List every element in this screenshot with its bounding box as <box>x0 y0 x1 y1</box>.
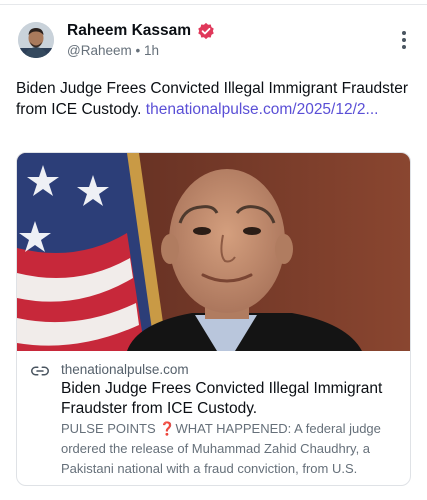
verified-badge-icon <box>198 22 214 40</box>
post-meta: @Raheem • 1h <box>67 43 159 58</box>
card-domain: thenationalpulse.com <box>61 362 189 377</box>
link-icon <box>31 366 49 376</box>
avatar[interactable] <box>18 22 54 58</box>
top-divider <box>0 4 427 5</box>
author-row: Raheem Kassam <box>67 22 215 40</box>
post-body: Biden Judge Frees Convicted Illegal Immi… <box>16 78 411 120</box>
link-preview-card[interactable]: thenationalpulse.com Biden Judge Frees C… <box>16 152 411 486</box>
avatar-image <box>18 22 54 58</box>
post-link[interactable]: thenationalpulse.com/2025/12/2... <box>146 101 379 118</box>
card-description: PULSE POINTS ❓WHAT HAPPENED: A federal j… <box>61 419 406 479</box>
card-title[interactable]: Biden Judge Frees Convicted Illegal Immi… <box>61 379 401 419</box>
question-mark-icon: ❓ <box>159 421 176 436</box>
meta-separator: • <box>135 43 141 58</box>
card-image[interactable] <box>17 153 411 351</box>
card-body: thenationalpulse.com Biden Judge Frees C… <box>17 351 410 485</box>
more-options-icon[interactable] <box>399 31 409 51</box>
post-time[interactable]: 1h <box>144 43 159 58</box>
card-desc-prefix: PULSE POINTS <box>61 421 156 436</box>
author-name[interactable]: Raheem Kassam <box>67 22 191 40</box>
author-handle[interactable]: @Raheem <box>67 43 132 58</box>
post-header: Raheem Kassam @Raheem • 1h <box>18 20 413 64</box>
